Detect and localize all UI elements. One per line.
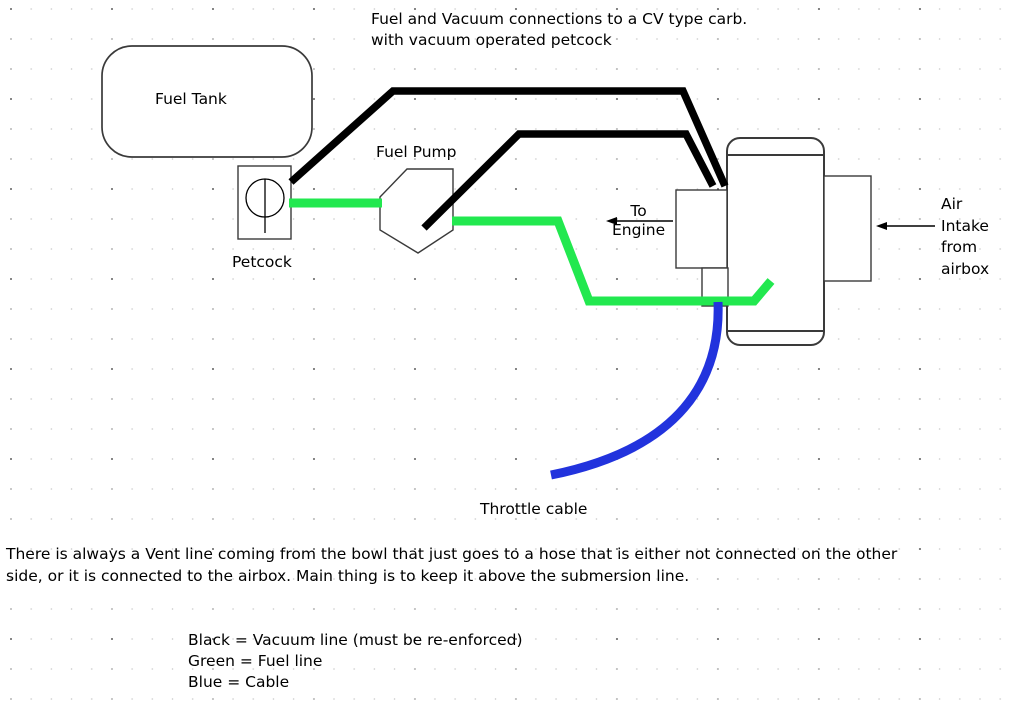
fuel-tank-label: Fuel Tank	[155, 90, 227, 108]
carburetor-body	[726, 137, 825, 346]
vent-line-note: There is always a Vent line coming from …	[6, 545, 898, 585]
petcock-label: Petcock	[232, 253, 292, 271]
diagram-title: Fuel and Vacuum connections to a CV type…	[371, 10, 748, 49]
throttle-cable-line	[550, 301, 723, 480]
air-intake-label: Air Intake from airbox	[941, 195, 990, 278]
carburetor-intake-flange	[823, 175, 872, 282]
fuel-pump-label: Fuel Pump	[376, 143, 457, 161]
vacuum-line-petcock	[288, 87, 729, 188]
air-intake-arrow-icon	[876, 222, 935, 230]
vacuum-line-fuel-pump	[421, 130, 717, 231]
diagram-graphics	[101, 45, 935, 480]
legend-text: Black = Vacuum line (must be re-enforced…	[188, 631, 523, 691]
diagram-canvas: Fuel and Vacuum connections to a CV type…	[0, 0, 1012, 701]
to-engine-label: To Engine	[612, 202, 666, 239]
throttle-cable-label: Throttle cable	[480, 500, 588, 518]
carburetor-engine-flange	[675, 189, 728, 269]
